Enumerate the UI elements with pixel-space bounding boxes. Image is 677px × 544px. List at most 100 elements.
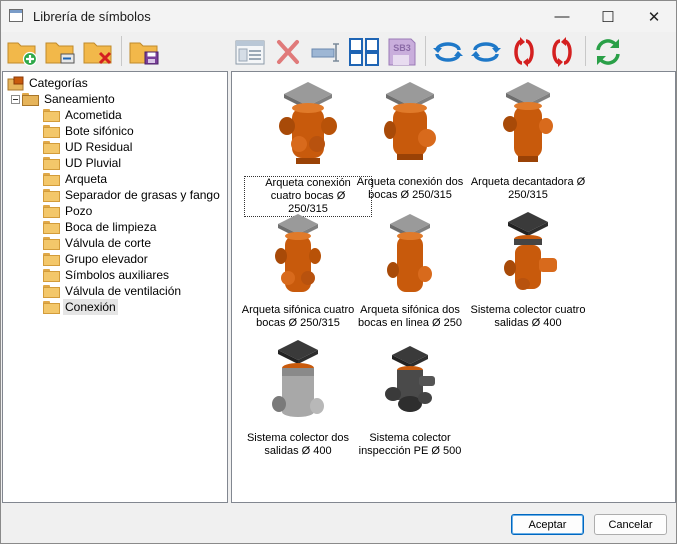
tree-item-label: Boca de limpieza xyxy=(65,220,157,234)
caption-line: Sistema colector dos xyxy=(246,432,350,444)
folder-icon xyxy=(43,108,60,122)
caption-line: 250/315 xyxy=(508,189,548,201)
folder-icon xyxy=(43,236,60,250)
symbol-item[interactable]: Arqueta sifónica dos bocas en linea Ø 25… xyxy=(346,212,474,332)
tree-item-label: Bote sifónico xyxy=(65,124,134,138)
collector-two-outlets-icon xyxy=(272,340,324,417)
tree-item-bote-sifonico[interactable]: Bote sifónico xyxy=(43,123,136,139)
save-sb3-button[interactable]: SB3 xyxy=(385,35,419,69)
tree-item-boca-limpieza[interactable]: Boca de limpieza xyxy=(43,219,158,235)
folder-icon xyxy=(43,140,60,154)
caption-line: Sistema colector xyxy=(369,432,451,444)
tree-root-categorias[interactable]: Categorías xyxy=(7,75,90,91)
tree-item-arqueta[interactable]: Arqueta xyxy=(43,171,109,187)
rename-field-icon xyxy=(311,43,339,62)
accept-button[interactable]: Aceptar xyxy=(511,514,584,535)
folder-save-icon xyxy=(129,42,159,65)
tree-item-label: Válvula de corte xyxy=(65,236,152,250)
symbol-caption: Arqueta sifónica dos bocas en linea Ø 25… xyxy=(346,304,474,330)
new-category-button[interactable] xyxy=(5,35,39,69)
tree-item-label: Válvula de ventilación xyxy=(65,284,182,298)
tree-item-label: Acometida xyxy=(65,108,122,122)
app-window-icon xyxy=(9,9,23,22)
symbol-caption: Sistema colector cuatro salidas Ø 400 xyxy=(464,304,592,330)
save-library-button[interactable] xyxy=(127,35,161,69)
tree-node-label: Saneamiento xyxy=(44,92,115,106)
delete-symbol-button[interactable] xyxy=(271,35,305,69)
title-bar: Librería de símbolos — ☐ ✕ xyxy=(1,1,676,32)
folder-icon xyxy=(43,252,60,266)
tree-root-label: Categorías xyxy=(29,76,88,90)
caption-line: Arqueta sifónica cuatro xyxy=(241,304,355,316)
tree-item-separador[interactable]: Separador de grasas y fango xyxy=(43,187,222,203)
tree-item-ud-pluvial[interactable]: UD Pluvial xyxy=(43,155,123,171)
cancel-button[interactable]: Cancelar xyxy=(594,514,667,535)
settling-manhole-icon xyxy=(503,82,553,162)
toolbar-separator xyxy=(585,36,586,66)
tree-node-saneamiento[interactable]: Saneamiento xyxy=(11,91,117,107)
rotate-vertical-up-button[interactable] xyxy=(507,35,541,69)
caption-line: bocas en linea Ø 250 xyxy=(358,317,462,329)
grid-view-icon xyxy=(349,38,379,66)
red-x-icon xyxy=(277,40,299,64)
symbol-caption: Sistema colector inspección PE Ø 500 xyxy=(346,432,474,458)
close-button[interactable]: ✕ xyxy=(631,1,676,32)
symbol-gallery[interactable]: Arqueta conexión cuatro bocas Ø 250/315 … xyxy=(231,71,676,503)
symbol-item[interactable]: Arqueta sifónica cuatro bocas Ø 250/315 xyxy=(234,212,362,332)
symbol-item[interactable]: Arqueta decantadora Ø 250/315 xyxy=(464,78,592,208)
folder-icon xyxy=(43,300,60,314)
tree-item-label: UD Pluvial xyxy=(65,156,122,170)
tree-item-conexion[interactable]: Conexión xyxy=(43,299,118,315)
tree-item-ud-residual[interactable]: UD Residual xyxy=(43,139,134,155)
caption-line: bocas Ø 250/315 xyxy=(368,189,452,201)
folder-edit-icon xyxy=(45,42,75,64)
refresh-button[interactable] xyxy=(591,35,625,69)
folder-icon xyxy=(43,284,60,298)
tree-item-label: Conexión xyxy=(63,299,118,315)
tree-item-label: Arqueta xyxy=(65,172,108,186)
maximize-button[interactable]: ☐ xyxy=(585,1,631,32)
siphon-manhole-inline-icon xyxy=(387,214,432,292)
symbol-library-dialog: Librería de símbolos — ☐ ✕ SB3 Categoría… xyxy=(0,0,677,544)
tree-item-pozo[interactable]: Pozo xyxy=(43,203,94,219)
tree-item-valvula-ventilacion[interactable]: Válvula de ventilación xyxy=(43,283,183,299)
rotate-right-button[interactable] xyxy=(469,35,503,69)
caption-line: salidas Ø 400 xyxy=(264,445,332,457)
view-grid-button[interactable] xyxy=(347,35,381,69)
minimize-button[interactable]: — xyxy=(539,1,585,32)
rotate-vertical-down-button[interactable] xyxy=(545,35,579,69)
rotate-vertical-down-icon xyxy=(552,37,572,67)
symbol-item[interactable]: Sistema colector cuatro salidas Ø 400 xyxy=(464,212,592,332)
tree-item-simbolos-auxiliares[interactable]: Símbolos auxiliares xyxy=(43,267,171,283)
sb3-save-icon: SB3 xyxy=(388,38,416,66)
manhole-four-outlets-icon xyxy=(279,82,337,164)
folder-icon xyxy=(43,188,60,202)
symbol-item[interactable]: Sistema colector inspección PE Ø 500 xyxy=(346,340,474,460)
folder-add-icon xyxy=(7,42,38,67)
delete-category-button[interactable] xyxy=(81,35,115,69)
collector-inspection-pe-icon xyxy=(385,346,435,412)
category-tree[interactable]: Categorías Saneamiento Acometida Bote si… xyxy=(2,71,228,503)
folder-delete-icon xyxy=(83,42,112,65)
folder-icon xyxy=(43,124,60,138)
edit-category-button[interactable] xyxy=(43,35,77,69)
rotate-vertical-up-icon xyxy=(514,37,534,67)
tree-item-acometida[interactable]: Acometida xyxy=(43,107,124,123)
rotate-left-button[interactable] xyxy=(431,35,465,69)
rename-symbol-button[interactable] xyxy=(309,35,343,69)
tree-item-label: Grupo elevador xyxy=(65,252,148,266)
caption-line: Arqueta decantadora Ø xyxy=(470,176,586,188)
symbol-item[interactable]: Arqueta conexión dos bocas Ø 250/315 xyxy=(346,78,474,208)
tree-item-grupo-elevador[interactable]: Grupo elevador xyxy=(43,251,150,267)
caption-line: salidas Ø 400 xyxy=(494,317,562,329)
symbol-item[interactable]: Sistema colector dos salidas Ø 400 xyxy=(234,340,362,460)
symbol-caption: Arqueta decantadora Ø 250/315 xyxy=(464,176,592,202)
symbol-properties-button[interactable] xyxy=(233,35,267,69)
folder-icon xyxy=(43,204,60,218)
rotate-horizontal-right-icon xyxy=(471,42,501,62)
toolbar-separator xyxy=(121,36,122,66)
toolbar-separator xyxy=(425,36,426,66)
tree-item-valvula-corte[interactable]: Válvula de corte xyxy=(43,235,153,251)
toolbar: SB3 xyxy=(1,32,676,70)
collapse-toggle-icon[interactable] xyxy=(11,94,20,104)
